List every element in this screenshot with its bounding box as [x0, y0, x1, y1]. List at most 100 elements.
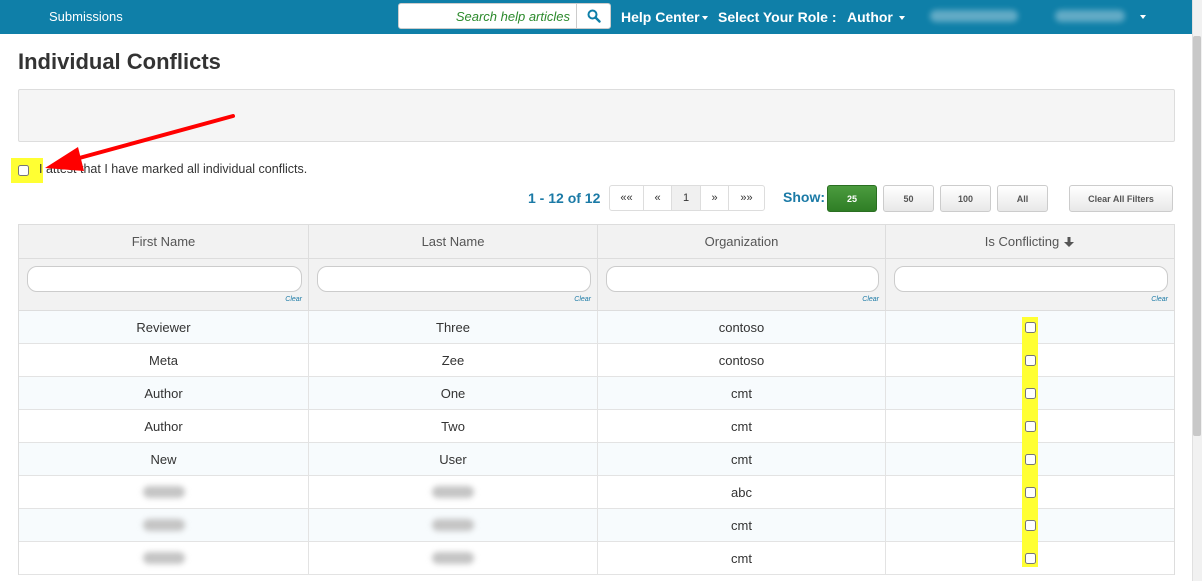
pagination: «« « 1 » »»: [609, 185, 765, 211]
table-cell-first: New: [19, 443, 309, 475]
redacted-text: [142, 552, 185, 564]
cell-text: contoso: [718, 352, 765, 368]
table-cell-last: Three: [309, 311, 598, 343]
clear-filter-link[interactable]: Clear: [285, 296, 302, 303]
header-label: Is Conflicting: [984, 234, 1060, 249]
table-cell-last: [309, 509, 598, 541]
is-conflicting-filter-input[interactable]: [894, 266, 1168, 292]
table-row: abc: [19, 476, 1174, 509]
scrollbar-thumb[interactable]: [1193, 36, 1201, 436]
header-label: Last Name: [421, 234, 485, 249]
vertical-scrollbar[interactable]: [1192, 0, 1202, 581]
table-cell-first: Author: [19, 410, 309, 442]
info-panel: [18, 89, 1175, 142]
header-label: Organization: [704, 234, 779, 249]
cell-text: cmt: [731, 550, 752, 566]
redacted-text: [432, 519, 474, 531]
chevron-down-icon: [898, 16, 905, 21]
is-conflicting-checkbox[interactable]: [1024, 486, 1036, 498]
organization-filter-input[interactable]: [606, 266, 879, 292]
is-conflicting-checkbox[interactable]: [1024, 354, 1036, 366]
arrow-down-icon: [1064, 236, 1075, 247]
page-size-25-button[interactable]: 25: [827, 185, 877, 212]
help-search-input[interactable]: [399, 4, 576, 28]
conflicts-table: First Name Last Name Organization Is Con…: [18, 224, 1175, 575]
attest-label: I attest that I have marked all individu…: [39, 162, 308, 176]
top-nav-bar: Submissions Help Center Select Your Role…: [0, 0, 1192, 34]
table-cell-last: One: [309, 377, 598, 409]
role-dropdown[interactable]: Author: [847, 9, 905, 25]
is-conflicting-checkbox[interactable]: [1024, 453, 1036, 465]
cell-text: Zee: [441, 352, 465, 368]
redacted-text: [432, 552, 474, 564]
filter-cell: Clear: [886, 259, 1174, 310]
clear-filter-link[interactable]: Clear: [862, 296, 879, 303]
header-first-name[interactable]: First Name: [19, 225, 309, 258]
redacted-text: [432, 486, 474, 498]
clear-filter-link[interactable]: Clear: [574, 296, 591, 303]
table-cell-first: [19, 509, 309, 541]
help-search-box: [398, 3, 611, 29]
search-icon: [587, 9, 601, 23]
table-cell-last: Zee: [309, 344, 598, 376]
chevron-down-icon[interactable]: [1140, 15, 1146, 19]
is-conflicting-checkbox[interactable]: [1024, 519, 1036, 531]
first-page-button[interactable]: ««: [610, 186, 644, 210]
cell-text: cmt: [731, 451, 752, 467]
redacted-text: [142, 519, 185, 531]
prev-page-button[interactable]: «: [644, 186, 672, 210]
is-conflicting-checkbox[interactable]: [1024, 552, 1036, 564]
is-conflicting-checkbox[interactable]: [1024, 321, 1036, 333]
help-center-menu[interactable]: Help Center: [621, 9, 708, 25]
clear-all-filters-button[interactable]: Clear All Filters: [1069, 185, 1173, 212]
next-page-button[interactable]: »: [701, 186, 729, 210]
page-size-100-button[interactable]: 100: [940, 185, 991, 212]
is-conflicting-checkbox[interactable]: [1024, 387, 1036, 399]
cell-text: cmt: [731, 517, 752, 533]
header-is-conflicting[interactable]: Is Conflicting: [886, 225, 1174, 258]
cell-text: Author: [144, 385, 183, 401]
cell-text: Reviewer: [136, 319, 191, 335]
header-organization[interactable]: Organization: [598, 225, 886, 258]
first-name-filter-input[interactable]: [27, 266, 302, 292]
cell-text: abc: [731, 484, 752, 500]
redacted-account-menu[interactable]: [1055, 10, 1125, 22]
header-label: First Name: [131, 234, 196, 249]
table-cell-last: Two: [309, 410, 598, 442]
cell-text: Two: [441, 418, 465, 434]
help-center-label: Help Center: [621, 9, 700, 25]
table-cell-last: [309, 542, 598, 574]
select-role-label: Select Your Role :: [718, 9, 837, 25]
table-cell-last: User: [309, 443, 598, 475]
chevron-down-icon: [701, 16, 708, 21]
search-button[interactable]: [576, 4, 610, 28]
last-name-filter-input[interactable]: [317, 266, 591, 292]
filter-cell: Clear: [309, 259, 598, 310]
pager-count: 1 - 12 of 12: [528, 190, 601, 206]
filter-cell: Clear: [19, 259, 309, 310]
table-cell-org: contoso: [598, 311, 886, 343]
table-cell-first: [19, 542, 309, 574]
cell-text: Meta: [149, 352, 178, 368]
table-cell-org: contoso: [598, 344, 886, 376]
cell-text: cmt: [731, 418, 752, 434]
table-body: Reviewer Three contoso Meta Zee contoso Author…: [19, 311, 1174, 575]
redacted-user-menu[interactable]: [930, 10, 1018, 22]
filter-cell: Clear: [598, 259, 886, 310]
table-cell-org: cmt: [598, 410, 886, 442]
redacted-text: [142, 486, 185, 498]
header-last-name[interactable]: Last Name: [309, 225, 598, 258]
is-conflicting-checkbox[interactable]: [1024, 420, 1036, 432]
submissions-link[interactable]: Submissions: [49, 9, 123, 24]
attest-checkbox[interactable]: [18, 165, 29, 176]
page-size-50-button[interactable]: 50: [883, 185, 934, 212]
page-size-all-button[interactable]: All: [997, 185, 1048, 212]
table-cell-first: Meta: [19, 344, 309, 376]
table-cell-first: Reviewer: [19, 311, 309, 343]
page-1-button[interactable]: 1: [672, 186, 701, 210]
page-title: Individual Conflicts: [18, 49, 221, 74]
clear-filter-link[interactable]: Clear: [1151, 296, 1168, 303]
table-row: cmt: [19, 542, 1174, 575]
last-page-button[interactable]: »»: [729, 186, 764, 210]
table-row: Author Two cmt: [19, 410, 1174, 443]
